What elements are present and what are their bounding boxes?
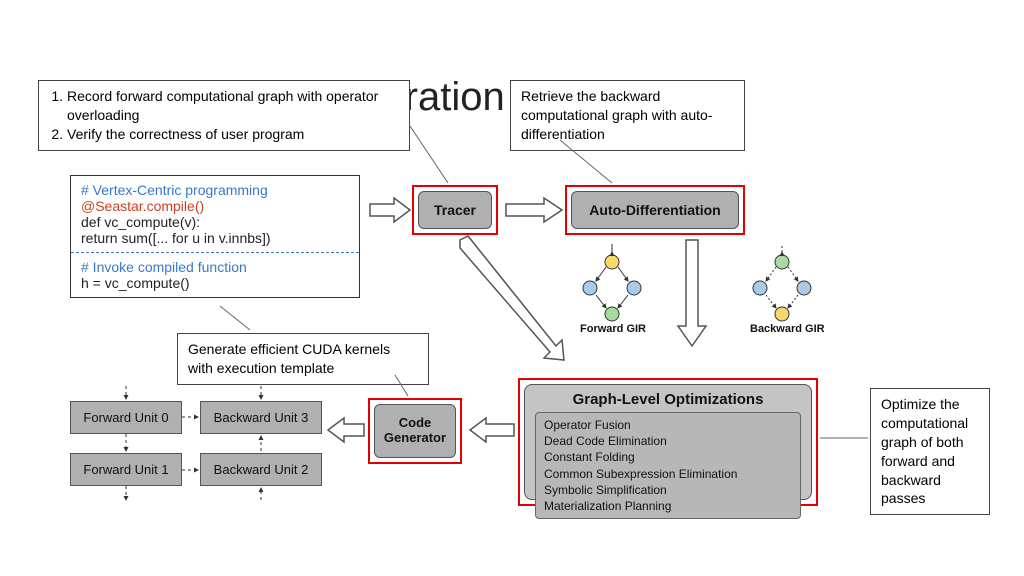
diagram-overlay-top — [0, 0, 1024, 576]
